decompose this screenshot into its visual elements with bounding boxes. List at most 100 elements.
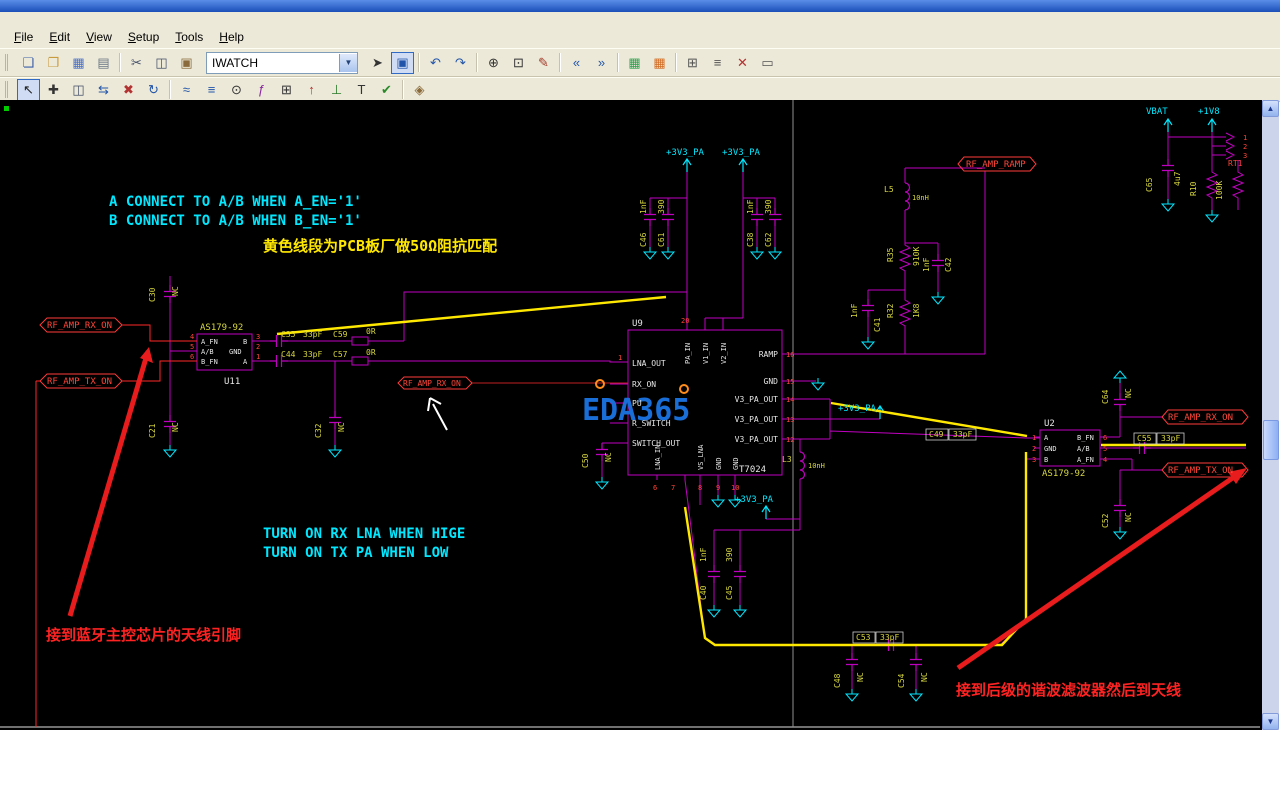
resistor-icon[interactable] [899,297,911,329]
schematic-label: B_FN [201,358,218,366]
capacitor-icon[interactable] [707,564,721,584]
schematic-label: C50 [581,453,590,468]
ground-icon [811,377,825,391]
capacitor-icon[interactable] [931,253,945,273]
design-combobox[interactable]: IWATCH ▼ [206,51,358,74]
schematic-label: A CONNECT TO A/B WHEN A_EN='1' [109,194,362,210]
rotate-tool-icon[interactable]: ↻ [142,79,165,101]
schematic-label: L5 [884,185,894,194]
toolbar-separator [559,53,561,72]
new-icon[interactable]: ❏ [17,52,40,74]
schematic-label: 1nF [639,199,648,214]
schematic-label: AS179-92 [1042,469,1085,479]
capacitor-icon[interactable] [909,652,923,672]
schematic-label: U2 [1044,419,1055,429]
mirror-tool-icon[interactable]: ⇆ [92,79,115,101]
toolbar-separator [675,53,677,72]
move-tool-icon[interactable]: ✚ [42,79,65,101]
schematic-label: RF_AMP_RX_ON [47,321,112,331]
toolbar-separator [418,53,420,72]
schematic-label: 10nH [808,462,825,470]
print-icon[interactable]: ▤ [92,52,115,74]
menu-edit[interactable]: Edit [41,28,78,46]
save-icon[interactable]: ▦ [67,52,90,74]
schematic-label: TURN ON RX LNA WHEN HIGE [263,526,465,542]
open-icon[interactable]: ❐ [42,52,65,74]
chevron-down-icon[interactable]: ▼ [339,53,357,72]
select-tool-icon[interactable]: ↖ [17,78,40,101]
toolbar-separator [617,53,619,72]
annotate-icon[interactable]: ✎ [532,52,555,74]
delete-tool-icon[interactable]: ✖ [117,79,140,101]
schematic-label: C59 [333,330,348,339]
schematic-label: RF_AMP_RX_ON [403,379,461,388]
pick-tool-icon[interactable]: ▣ [391,51,414,74]
resistor-icon[interactable] [899,242,911,274]
zoom-window-icon[interactable]: ⊡ [507,52,530,74]
report-icon[interactable]: ≡ [706,52,729,74]
scroll-up-icon[interactable]: ▲ [1262,100,1279,117]
ground-icon [1113,370,1127,384]
schematic-label: +1V8 [1198,107,1220,117]
schematic-label: C55 [1137,434,1152,443]
menu-setup[interactable]: Setup [120,28,167,46]
ground-tool-icon[interactable]: ⊥ [325,79,348,101]
next-sheet-icon[interactable]: » [590,52,613,74]
grid-icon[interactable]: ⊞ [681,52,704,74]
redo-icon[interactable]: ↷ [449,52,472,74]
vertical-scrollbar[interactable]: ▲ ▼ [1262,100,1279,730]
color-table-icon[interactable]: ▦ [648,52,671,74]
schematic-label: 1 [256,353,260,361]
schematic-canvas-area: EDA365 A CONNECT TO A/B WHEN A_EN='1' B C… [0,100,1262,730]
capacitor-icon[interactable] [861,298,875,318]
schematic-label: B [243,338,247,346]
check-icon[interactable]: ✔ [375,79,398,101]
wire-tool-icon[interactable]: ≈ [175,79,198,101]
resistor-icon[interactable] [1232,169,1244,201]
schematic-label: V2_IN [720,343,728,364]
schematic-label: V3_PA_OUT [735,395,779,404]
part-tool-icon[interactable]: ⊞ [275,79,298,101]
scrollbar-thumb[interactable] [1263,420,1279,460]
spreadsheet-icon[interactable]: ▦ [623,52,646,74]
capacitor-icon[interactable] [733,564,747,584]
text-tool-icon[interactable]: T [350,79,373,101]
cut-icon[interactable]: ✂ [125,52,148,74]
schematic-label: R_SWITCH [632,419,671,428]
cursor-mode-icon[interactable]: ➤ [366,52,389,74]
scroll-down-icon[interactable]: ▼ [1262,713,1279,730]
schematic-label: +3V3_PA [735,495,774,505]
schematic-label: 1 [1243,134,1247,142]
prev-sheet-icon[interactable]: « [565,52,588,74]
menu-view[interactable]: View [78,28,120,46]
schematic-label: C62 [764,232,773,247]
schematic-label: 390 [657,199,666,214]
inductor-icon[interactable] [799,451,806,480]
menu-tools[interactable]: Tools [167,28,211,46]
inductor-icon[interactable] [904,182,911,211]
close-tool-icon[interactable]: ✕ [731,52,754,74]
label-tool-icon[interactable]: ƒ [250,79,273,101]
zoom-in-icon[interactable]: ⊕ [482,52,505,74]
schematic-label: C44 [281,350,296,359]
macro-icon[interactable]: ◈ [408,79,431,101]
paste-icon[interactable]: ▣ [175,52,198,74]
bus-tool-icon[interactable]: ≡ [200,79,223,101]
copy-icon[interactable]: ◫ [150,52,173,74]
schematic-label: 2 [1032,445,1036,453]
copy-object-icon[interactable]: ◫ [67,79,90,101]
junction-tool-icon[interactable]: ⊙ [225,79,248,101]
toolbar-grip[interactable] [5,54,11,71]
undo-icon[interactable]: ↶ [424,52,447,74]
ground-icon [733,604,747,618]
toolbar-grip[interactable] [5,81,11,98]
capacitor-icon[interactable] [845,652,859,672]
schematic-label: 14 [786,396,794,404]
schematic-label: 15 [786,378,794,386]
schematic-canvas[interactable]: EDA365 A CONNECT TO A/B WHEN A_EN='1'B C… [0,100,1262,730]
menu-file[interactable]: File [6,28,41,46]
schematic-label: V3_PA_OUT [735,415,779,424]
window-icon[interactable]: ▭ [756,52,779,74]
menu-help[interactable]: Help [211,28,252,46]
power-tool-icon[interactable]: ↑ [300,79,323,101]
